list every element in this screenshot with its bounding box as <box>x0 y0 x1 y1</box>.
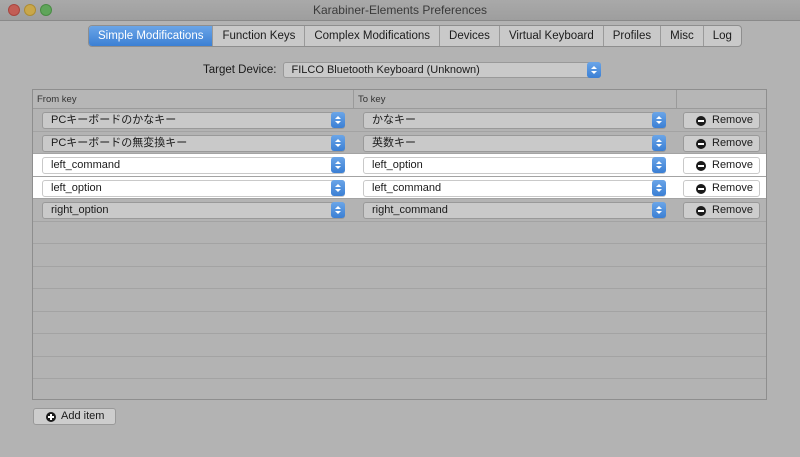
target-device-label: Target Device: <box>203 64 277 76</box>
target-device-value: FILCO Bluetooth Keyboard (Unknown) <box>291 64 480 76</box>
from-key-value: left_option <box>51 181 102 194</box>
target-device-row: Target Device: FILCO Bluetooth Keyboard … <box>203 61 601 79</box>
table-row-highlighted: left_command left_option Remove <box>33 154 766 177</box>
from-key-popup[interactable]: right_option <box>42 202 345 219</box>
plus-circle-icon <box>46 412 56 422</box>
to-key-value: かなキー <box>372 114 416 126</box>
popup-stepper-icon <box>652 134 666 151</box>
popup-stepper-icon <box>331 179 345 196</box>
from-key-popup[interactable]: left_option <box>42 179 345 197</box>
to-key-value: left_command <box>372 181 442 194</box>
to-key-popup[interactable]: left_option <box>363 157 666 174</box>
popup-stepper-icon <box>586 62 601 78</box>
from-key-header: From key <box>37 94 77 105</box>
popup-stepper-icon <box>331 112 345 128</box>
add-item-button[interactable]: Add item <box>33 408 116 425</box>
popup-stepper-icon <box>652 112 666 128</box>
popup-stepper-icon <box>331 134 345 151</box>
column-divider <box>676 90 677 108</box>
remove-label: Remove <box>712 181 753 194</box>
from-key-popup[interactable]: left_command <box>42 157 345 174</box>
to-key-value: right_command <box>372 204 448 216</box>
minus-circle-icon <box>696 161 706 171</box>
popup-stepper-icon <box>652 179 666 196</box>
to-key-popup[interactable]: かなキー <box>363 112 666 129</box>
popup-stepper-icon <box>331 202 345 218</box>
empty-table-row <box>33 379 766 399</box>
empty-table-row <box>33 222 766 244</box>
popup-stepper-icon <box>331 157 345 173</box>
remove-label: Remove <box>712 204 753 216</box>
table-row-highlighted: left_option left_command Remove <box>33 176 766 199</box>
tab-log[interactable]: Log <box>704 26 741 46</box>
tab-misc[interactable]: Misc <box>661 26 704 46</box>
tab-profiles[interactable]: Profiles <box>604 26 662 46</box>
modifications-table: From key To key PCキーボードのかなキー かなキー Remove… <box>32 89 767 400</box>
minus-circle-icon <box>696 138 706 149</box>
tab-virtual-keyboard[interactable]: Virtual Keyboard <box>500 26 604 46</box>
table-header: From key To key <box>33 90 766 109</box>
from-key-popup[interactable]: PCキーボードの無変換キー <box>42 134 345 152</box>
remove-button[interactable]: Remove <box>683 157 760 174</box>
to-key-value: left_option <box>372 159 423 171</box>
empty-table-row <box>33 289 766 312</box>
tab-simple-modifications[interactable]: Simple Modifications <box>89 26 214 46</box>
target-device-popup[interactable]: FILCO Bluetooth Keyboard (Unknown) <box>282 62 601 78</box>
empty-table-row <box>33 267 766 289</box>
table-row: right_option right_command Remove <box>33 199 766 222</box>
window-title: Karabiner-Elements Preferences <box>312 3 488 17</box>
preferences-window: Karabiner-Elements Preferences Simple Mo… <box>0 0 800 457</box>
popup-stepper-icon <box>652 202 666 218</box>
remove-button[interactable]: Remove <box>683 202 760 219</box>
to-key-popup[interactable]: left_command <box>363 179 666 197</box>
tab-function-keys[interactable]: Function Keys <box>213 26 306 46</box>
remove-label: Remove <box>712 136 753 149</box>
remove-button[interactable]: Remove <box>683 112 760 129</box>
remove-label: Remove <box>712 114 753 126</box>
to-key-popup[interactable]: 英数キー <box>363 134 666 152</box>
from-key-value: left_command <box>51 159 121 171</box>
column-divider <box>353 90 354 108</box>
remove-button[interactable]: Remove <box>683 179 760 197</box>
tab-bar: Simple Modifications Function Keys Compl… <box>88 25 742 47</box>
to-key-value: 英数キー <box>372 136 416 149</box>
remove-label: Remove <box>712 159 753 171</box>
table-row: PCキーボードのかなキー かなキー Remove <box>33 109 766 132</box>
from-key-value: right_option <box>51 204 109 216</box>
from-key-value: PCキーボードのかなキー <box>51 114 177 126</box>
tab-complex-modifications[interactable]: Complex Modifications <box>305 26 441 46</box>
add-item-label: Add item <box>61 410 105 422</box>
tab-devices[interactable]: Devices <box>440 26 500 46</box>
empty-table-row <box>33 334 766 357</box>
minus-circle-icon <box>696 116 706 126</box>
from-key-popup[interactable]: PCキーボードのかなキー <box>42 112 345 129</box>
minus-circle-icon <box>696 183 706 194</box>
to-key-popup[interactable]: right_command <box>363 202 666 219</box>
table-row: PCキーボードの無変換キー 英数キー Remove <box>33 132 766 154</box>
empty-table-row <box>33 312 766 334</box>
empty-table-row <box>33 244 766 267</box>
to-key-header: To key <box>358 94 386 105</box>
minus-circle-icon <box>696 206 706 216</box>
popup-stepper-icon <box>652 157 666 173</box>
from-key-value: PCキーボードの無変換キー <box>51 136 188 149</box>
title-bar: Karabiner-Elements Preferences <box>0 0 800 21</box>
empty-table-row <box>33 357 766 379</box>
remove-button[interactable]: Remove <box>683 134 760 152</box>
